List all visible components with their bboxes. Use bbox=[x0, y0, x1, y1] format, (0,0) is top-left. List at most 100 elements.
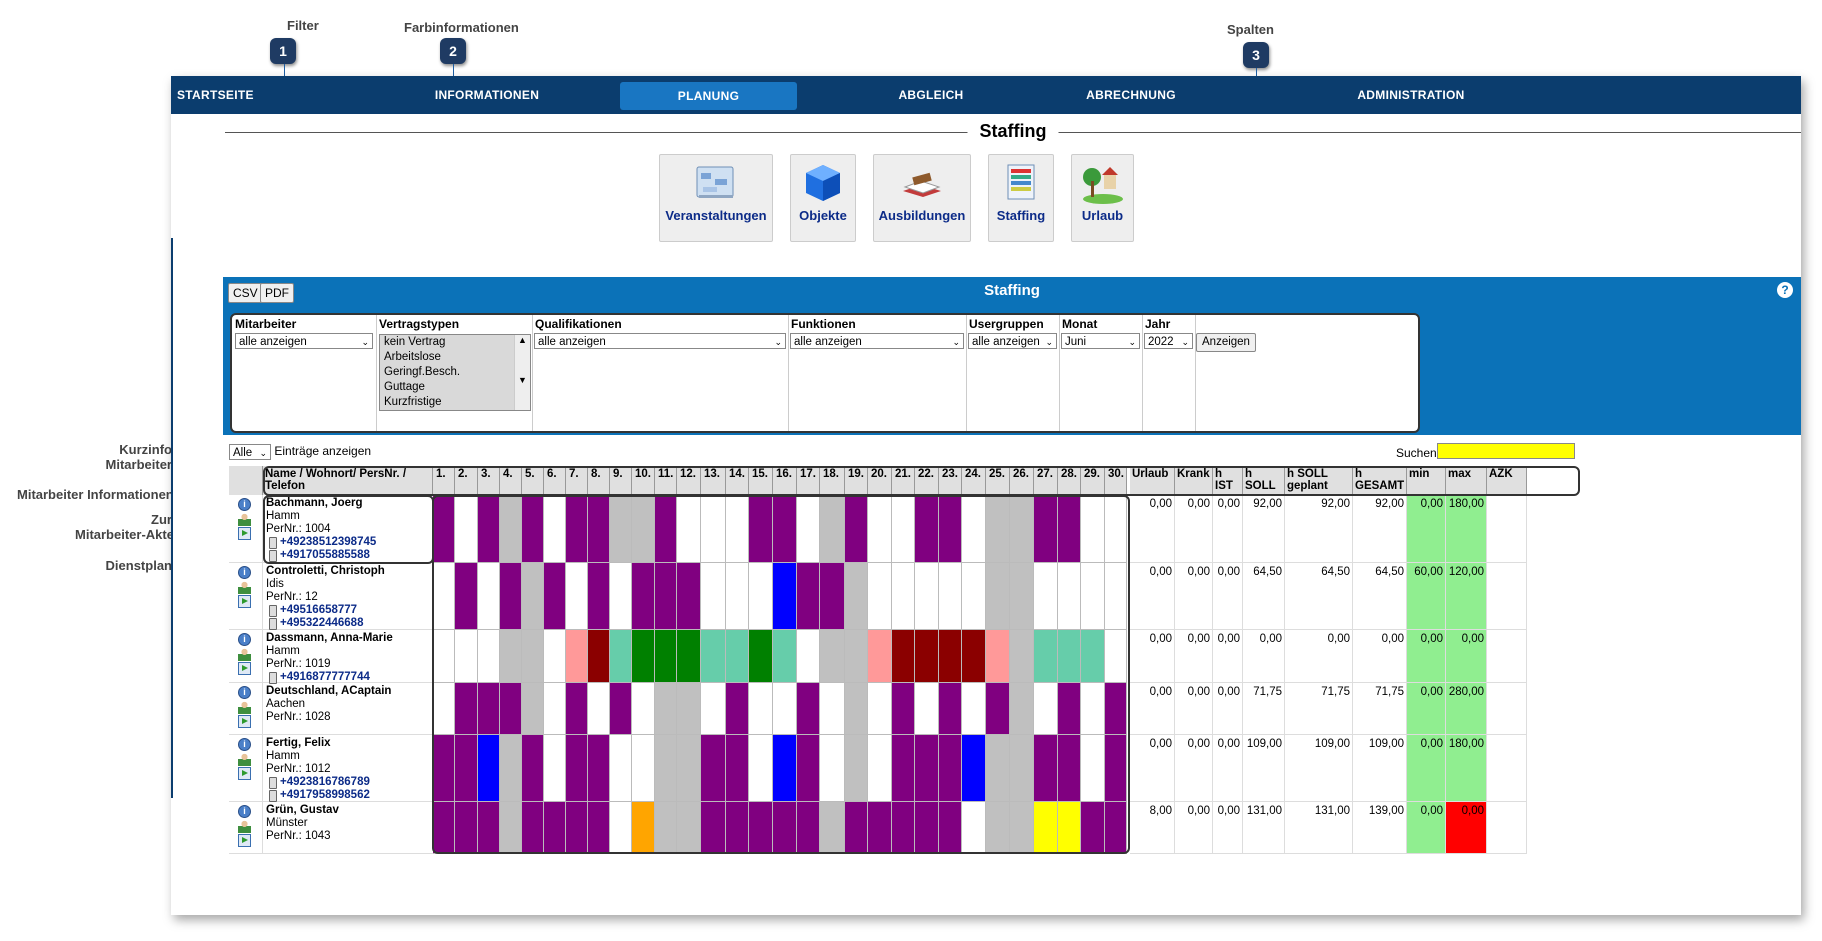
filter-jahr-select[interactable]: 2022 ⌄ bbox=[1144, 333, 1193, 349]
day-cell[interactable] bbox=[892, 563, 915, 630]
day-cell[interactable] bbox=[1010, 735, 1034, 802]
day-cell[interactable] bbox=[701, 735, 726, 802]
day-cell[interactable] bbox=[566, 735, 588, 802]
employee-info-icon[interactable]: i bbox=[238, 686, 251, 699]
employee-name[interactable]: Grün, Gustav bbox=[266, 804, 430, 817]
day-cell[interactable] bbox=[1105, 495, 1127, 563]
duty-roster-icon[interactable] bbox=[238, 715, 251, 728]
employee-file-icon[interactable] bbox=[238, 648, 251, 661]
tile-urlaub[interactable]: Urlaub bbox=[1071, 154, 1134, 242]
day-cell[interactable] bbox=[986, 683, 1010, 735]
day-cell[interactable] bbox=[433, 495, 455, 563]
day-cell[interactable] bbox=[1034, 735, 1058, 802]
employee-file-icon[interactable] bbox=[238, 820, 251, 833]
day-cell[interactable] bbox=[915, 735, 939, 802]
day-cell[interactable] bbox=[749, 630, 773, 683]
employee-file-icon[interactable] bbox=[238, 701, 251, 714]
day-cell[interactable] bbox=[1105, 563, 1127, 630]
day-cell[interactable] bbox=[726, 735, 749, 802]
day-cell[interactable] bbox=[677, 683, 701, 735]
day-cell[interactable] bbox=[632, 735, 655, 802]
day-cell[interactable] bbox=[433, 683, 455, 735]
filter-funktionen-select[interactable]: alle anzeigen ⌄ bbox=[790, 333, 964, 349]
nav-startseite[interactable]: STARTSEITE bbox=[171, 76, 291, 114]
filter-vertragstypen-list[interactable]: kein Vertrag Arbeitslose Geringf.Besch. Gut… bbox=[379, 334, 531, 411]
day-cell[interactable] bbox=[820, 630, 845, 683]
day-cell[interactable] bbox=[749, 735, 773, 802]
day-cell[interactable] bbox=[588, 683, 610, 735]
day-cell[interactable] bbox=[820, 495, 845, 563]
employee-name[interactable]: Deutschland, ACaptain bbox=[266, 685, 430, 698]
day-cell[interactable] bbox=[1105, 802, 1127, 854]
day-cell[interactable] bbox=[820, 735, 845, 802]
day-cell[interactable] bbox=[1034, 563, 1058, 630]
employee-info-icon[interactable]: i bbox=[238, 566, 251, 579]
employee-name[interactable]: Fertig, Felix bbox=[266, 737, 430, 750]
day-cell[interactable] bbox=[566, 495, 588, 563]
day-cell[interactable] bbox=[500, 683, 522, 735]
day-cell[interactable] bbox=[962, 563, 986, 630]
day-cell[interactable] bbox=[610, 802, 632, 854]
scrollbar[interactable]: ▲ ▼ bbox=[514, 335, 530, 410]
entries-select[interactable]: Alle ⌄ bbox=[229, 444, 271, 460]
employee-info-icon[interactable]: i bbox=[238, 633, 251, 646]
day-cell[interactable] bbox=[726, 563, 749, 630]
day-cell[interactable] bbox=[655, 495, 677, 563]
employee-phone[interactable]: +4923816786789 bbox=[266, 776, 430, 789]
day-cell[interactable] bbox=[1058, 683, 1081, 735]
day-cell[interactable] bbox=[478, 802, 500, 854]
day-cell[interactable] bbox=[655, 735, 677, 802]
day-cell[interactable] bbox=[892, 735, 915, 802]
day-cell[interactable] bbox=[726, 630, 749, 683]
day-cell[interactable] bbox=[845, 563, 868, 630]
day-cell[interactable] bbox=[677, 735, 701, 802]
vertragstyp-option[interactable]: Kurzfristige Beschäftigung bbox=[380, 395, 514, 410]
day-cell[interactable] bbox=[797, 683, 820, 735]
day-cell[interactable] bbox=[522, 735, 544, 802]
day-cell[interactable] bbox=[655, 630, 677, 683]
day-cell[interactable] bbox=[1058, 630, 1081, 683]
vertragstyp-option[interactable]: kein Vertrag bbox=[380, 335, 514, 350]
day-cell[interactable] bbox=[797, 630, 820, 683]
day-cell[interactable] bbox=[915, 683, 939, 735]
day-cell[interactable] bbox=[1081, 683, 1105, 735]
filter-monat-select[interactable]: Juni ⌄ bbox=[1061, 333, 1140, 349]
day-cell[interactable] bbox=[522, 495, 544, 563]
day-cell[interactable] bbox=[588, 563, 610, 630]
day-cell[interactable] bbox=[1081, 495, 1105, 563]
day-cell[interactable] bbox=[588, 630, 610, 683]
day-cell[interactable] bbox=[701, 495, 726, 563]
day-cell[interactable] bbox=[820, 683, 845, 735]
day-cell[interactable] bbox=[939, 630, 962, 683]
day-cell[interactable] bbox=[773, 802, 797, 854]
filter-usergruppen-select[interactable]: alle anzeigen ⌄ bbox=[968, 333, 1057, 349]
day-cell[interactable] bbox=[892, 495, 915, 563]
employee-name[interactable]: Controletti, Christoph bbox=[266, 565, 430, 578]
employee-phone[interactable]: +4917055885588 bbox=[266, 549, 430, 562]
vertragstyp-option[interactable]: Geringf.Besch. bbox=[380, 365, 514, 380]
day-cell[interactable] bbox=[610, 563, 632, 630]
day-cell[interactable] bbox=[1010, 495, 1034, 563]
day-cell[interactable] bbox=[677, 495, 701, 563]
day-cell[interactable] bbox=[726, 495, 749, 563]
day-cell[interactable] bbox=[522, 683, 544, 735]
day-cell[interactable] bbox=[433, 630, 455, 683]
employee-file-icon[interactable] bbox=[238, 753, 251, 766]
day-cell[interactable] bbox=[915, 802, 939, 854]
day-cell[interactable] bbox=[632, 802, 655, 854]
tile-objekte[interactable]: Objekte bbox=[790, 154, 856, 242]
day-cell[interactable] bbox=[455, 683, 478, 735]
day-cell[interactable] bbox=[1058, 495, 1081, 563]
filter-mitarbeiter-select[interactable]: alle anzeigen ⌄ bbox=[235, 333, 373, 349]
day-cell[interactable] bbox=[868, 563, 892, 630]
day-cell[interactable] bbox=[939, 495, 962, 563]
tile-staffing[interactable]: Staffing bbox=[988, 154, 1054, 242]
day-cell[interactable] bbox=[773, 683, 797, 735]
day-cell[interactable] bbox=[1034, 683, 1058, 735]
day-cell[interactable] bbox=[962, 802, 986, 854]
day-cell[interactable] bbox=[544, 735, 566, 802]
day-cell[interactable] bbox=[749, 802, 773, 854]
day-cell[interactable] bbox=[1034, 802, 1058, 854]
day-cell[interactable] bbox=[544, 802, 566, 854]
day-cell[interactable] bbox=[939, 563, 962, 630]
